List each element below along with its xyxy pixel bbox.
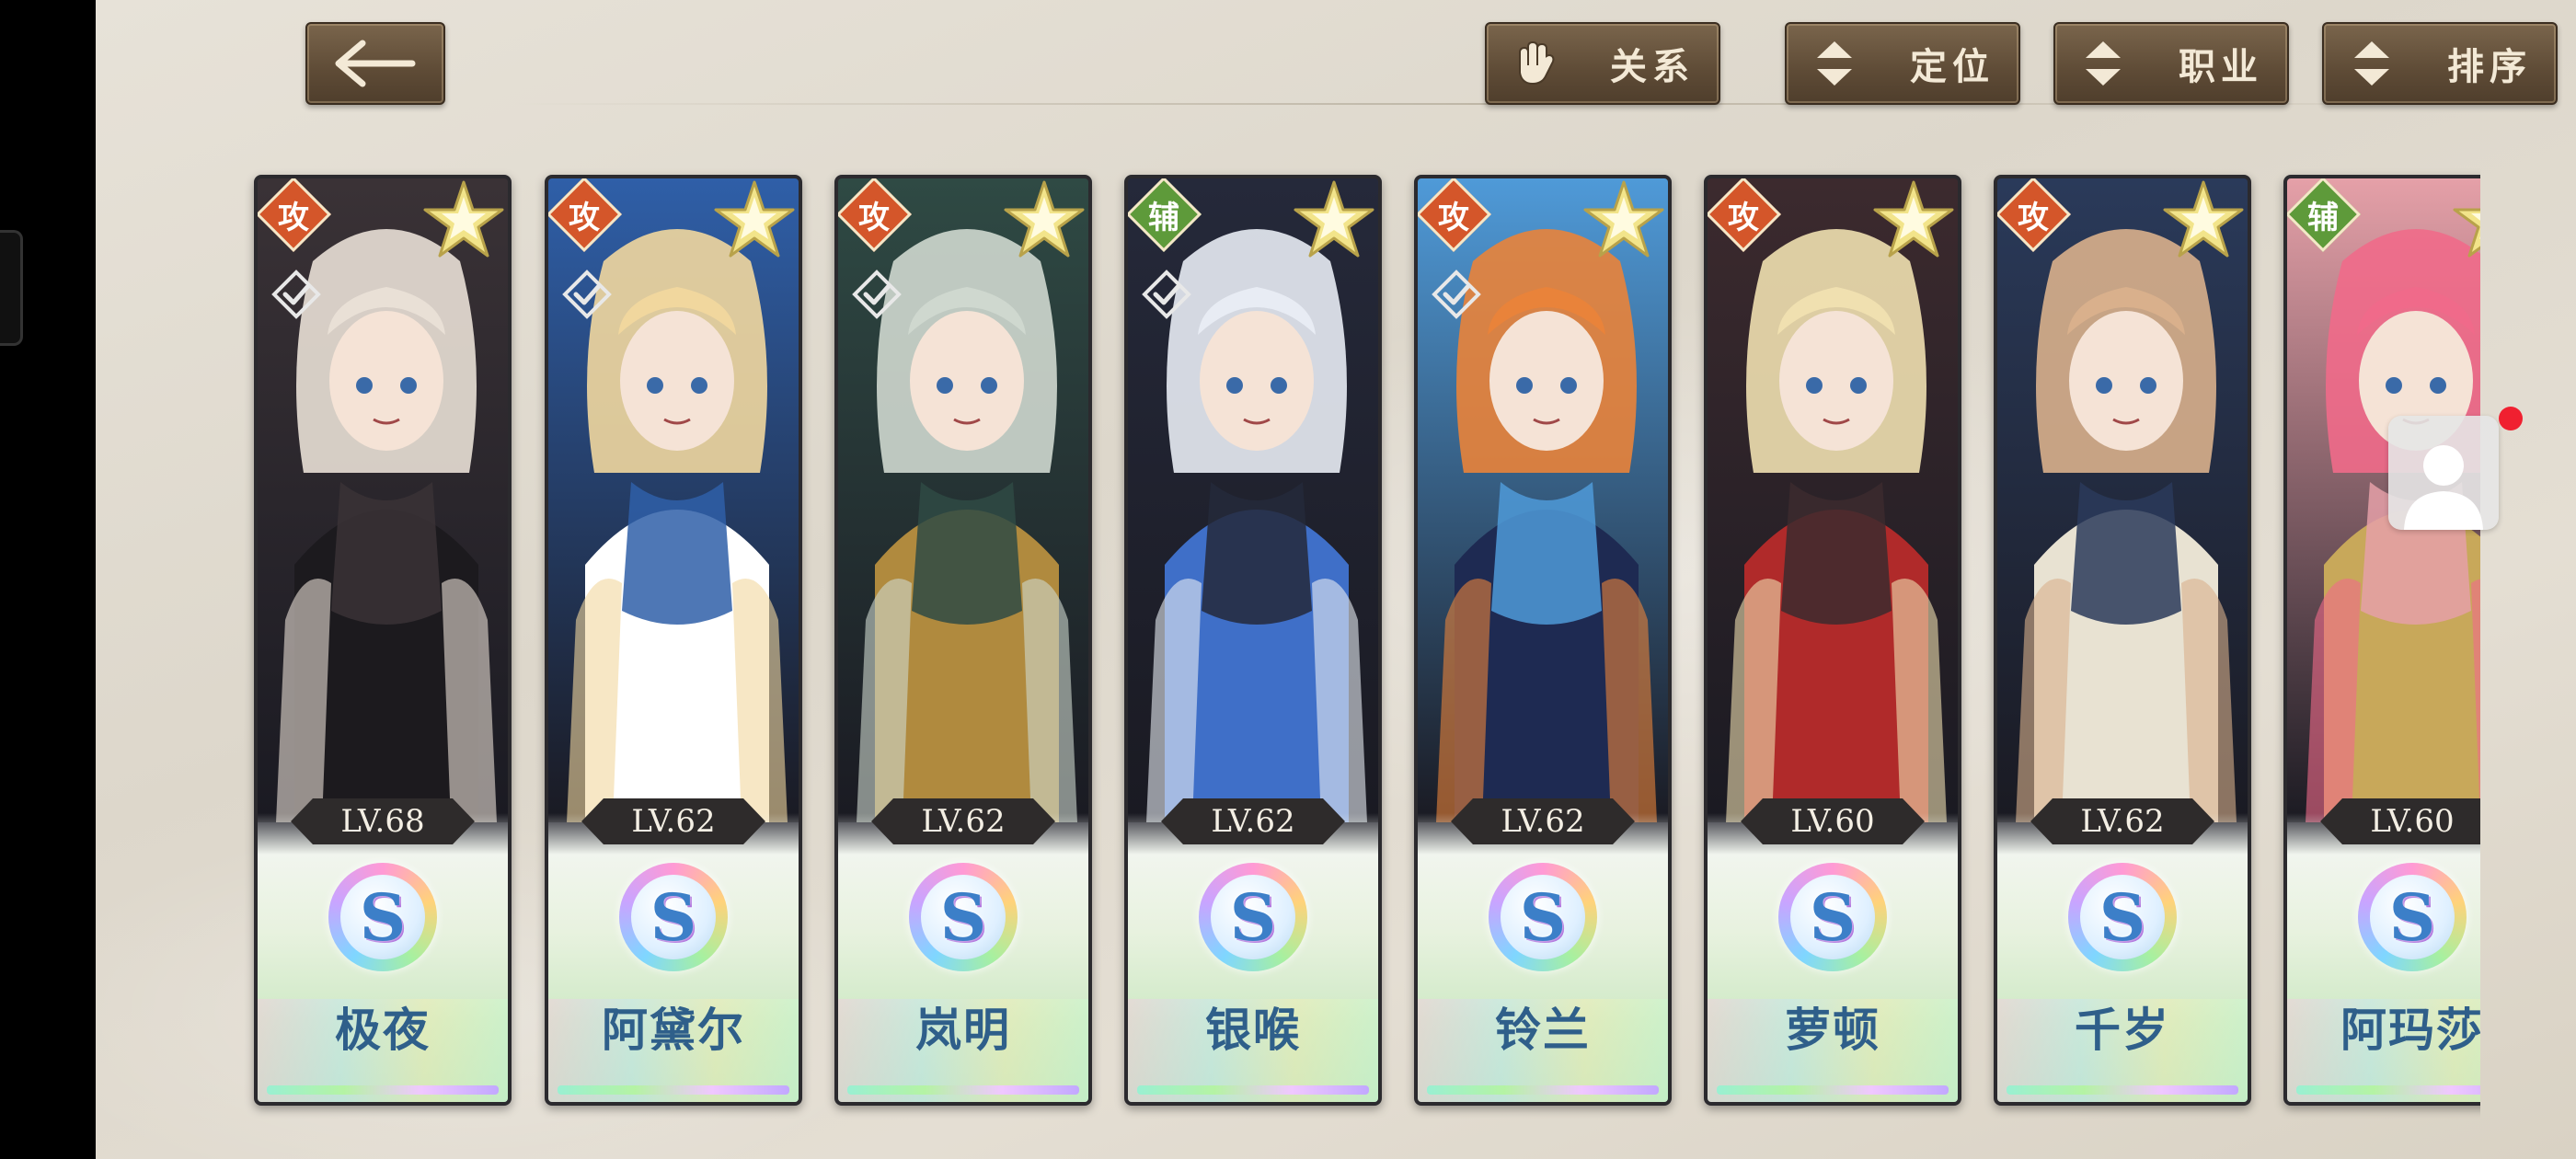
character-portrait: [1708, 178, 1958, 822]
level-badge: LV.60: [1741, 798, 1925, 844]
progress-bar: [1137, 1085, 1369, 1095]
progress-bar: [558, 1085, 789, 1095]
role-label: 辅: [2307, 199, 2339, 236]
character-card[interactable]: 攻 LV.68 S 极夜: [254, 175, 512, 1106]
notification-dot: [2499, 407, 2523, 430]
rank-badge: S: [328, 863, 437, 971]
role-label: 攻: [1438, 199, 1469, 236]
star-icon: [1000, 178, 1088, 269]
level-badge: LV.62: [2030, 798, 2214, 844]
level-badge: LV.62: [1161, 798, 1345, 844]
character-card[interactable]: 辅 LV.62 S 银喉: [1124, 175, 1382, 1106]
character-name: 银喉: [1205, 1003, 1301, 1057]
character-card[interactable]: 攻 LV.62 S 千岁: [1994, 175, 2251, 1106]
character-name: 萝顿: [1785, 1003, 1880, 1057]
level-badge: LV.62: [1451, 798, 1635, 844]
character-name: 铃兰: [1495, 1003, 1591, 1057]
character-name: 极夜: [335, 1003, 431, 1057]
user-avatar-icon: [2404, 445, 2483, 530]
check-icon: [851, 269, 903, 324]
check-icon: [1431, 269, 1482, 324]
character-card[interactable]: 攻 LV.62 S 铃兰: [1414, 175, 1672, 1106]
rank-badge: S: [619, 863, 728, 971]
rank-letter: S: [2370, 875, 2455, 959]
rank-letter: S: [631, 875, 716, 959]
character-name: 千岁: [2075, 1003, 2170, 1057]
progress-bar: [2296, 1085, 2480, 1095]
star-icon: [1290, 178, 1378, 269]
rank-badge: S: [2068, 863, 2177, 971]
role-label: 攻: [858, 199, 890, 236]
character-card[interactable]: 攻 LV.62 S 阿黛尔: [545, 175, 802, 1106]
character-name: 岚明: [915, 1003, 1011, 1057]
check-icon: [1141, 269, 1192, 324]
rank-badge: S: [1199, 863, 1307, 971]
role-label: 攻: [1728, 199, 1759, 236]
check-icon: [270, 269, 322, 324]
star-icon: [2449, 178, 2480, 269]
rank-badge: S: [2358, 863, 2467, 971]
rank-letter: S: [1211, 875, 1295, 959]
rank-badge: S: [1778, 863, 1887, 971]
character-card[interactable]: 攻 LV.60 S 萝顿: [1704, 175, 1961, 1106]
rank-badge: S: [909, 863, 1018, 971]
star-icon: [1869, 178, 1958, 269]
role-label: 攻: [2018, 199, 2049, 236]
progress-bar: [1427, 1085, 1659, 1095]
star-icon: [420, 178, 508, 269]
floating-avatar-button[interactable]: [2388, 416, 2499, 530]
role-label: 攻: [569, 199, 600, 236]
role-label: 辅: [1148, 199, 1179, 236]
character-card[interactable]: 辅 LV.60 S 阿玛莎: [2283, 175, 2480, 1106]
star-icon: [2159, 178, 2248, 269]
star-icon: [710, 178, 799, 269]
role-label: 攻: [278, 199, 309, 236]
level-badge: LV.60: [2320, 798, 2480, 844]
check-icon: [561, 269, 613, 324]
rank-letter: S: [1790, 875, 1875, 959]
side-handle[interactable]: [0, 230, 23, 346]
game-screen: 关系 定位 职业 排序 攻 LV.68 S 极夜 攻 LV.62 S 阿黛尔 攻…: [96, 0, 2576, 1159]
rank-badge: S: [1489, 863, 1597, 971]
progress-bar: [1717, 1085, 1949, 1095]
rank-letter: S: [2080, 875, 2165, 959]
character-list: 攻 LV.68 S 极夜 攻 LV.62 S 阿黛尔 攻 LV.62 S 岚明 …: [96, 0, 2480, 1159]
character-name: 阿玛莎: [2340, 1003, 2480, 1057]
progress-bar: [267, 1085, 499, 1095]
character-portrait: [1997, 178, 2248, 822]
rank-letter: S: [921, 875, 1006, 959]
progress-bar: [2007, 1085, 2238, 1095]
rank-letter: S: [340, 875, 425, 959]
progress-bar: [847, 1085, 1079, 1095]
rank-letter: S: [1501, 875, 1585, 959]
character-card[interactable]: 攻 LV.62 S 岚明: [834, 175, 1092, 1106]
star-icon: [1580, 178, 1668, 269]
level-badge: LV.68: [291, 798, 475, 844]
character-name: 阿黛尔: [602, 1003, 745, 1057]
level-badge: LV.62: [581, 798, 765, 844]
level-badge: LV.62: [871, 798, 1055, 844]
